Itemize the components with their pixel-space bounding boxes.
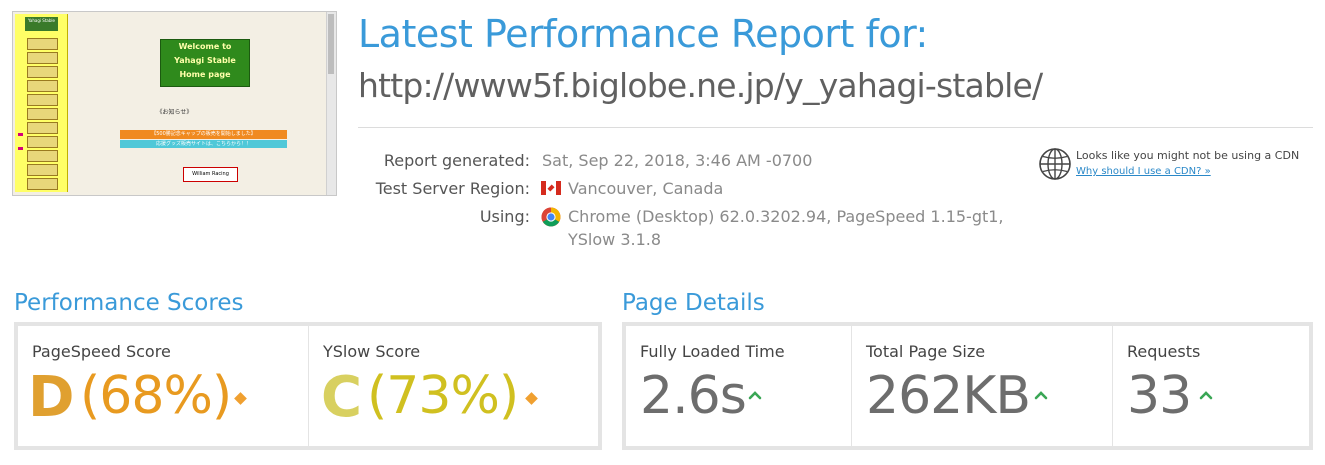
yslow-score-card[interactable]: YSlow Score C (73%) [308,326,598,446]
thumbnail-nav-item [27,164,58,176]
page-details-panel: Fully Loaded Time 2.6s Total Page Size 2… [622,322,1313,450]
yslow-grade: C [321,365,363,430]
requests-label: Requests [1127,342,1201,361]
thumbnail-banner: 応援グッズ販売サイトは、こちらから！！ [120,140,287,148]
fully-loaded-time-label: Fully Loaded Time [640,342,785,361]
up-arrow-icon [1199,391,1213,400]
pagespeed-score-card[interactable]: PageSpeed Score D (68%) [18,326,308,446]
total-page-size-card[interactable]: Total Page Size 262KB [851,326,1112,446]
yslow-trend-icon [525,392,538,405]
browser-info: Chrome (Desktop) 62.0.3202.94, PageSpeed… [568,207,1004,226]
thumbnail-notice: 《お知らせ》 [156,109,193,116]
thumbnail-welcome-line: Welcome to [178,42,232,51]
site-thumbnail: Yahagi Stable Welcome to Yahagi Stable H… [12,11,337,196]
performance-scores-title: Performance Scores [14,290,244,316]
report-generated-label: Report generated: [383,151,530,170]
performance-scores-panel: PageSpeed Score D (68%) YSlow Score C (7… [14,322,602,450]
report-generated-value: Sat, Sep 22, 2018, 3:46 AM -0700 [542,151,813,170]
thumbnail-sidebar: Yahagi Stable [15,14,68,192]
page-title: Latest Performance Report for: [358,12,928,56]
browser-info-continued: YSlow 3.1.8 [568,230,662,249]
using-label: Using: [479,207,530,226]
thumbnail-banner: 【500勝記念キャップの販売を開始しました】 [120,130,287,139]
thumbnail-scrollbar [326,12,336,195]
thumbnail-marker [18,147,23,150]
up-arrow-icon [748,391,762,400]
fully-loaded-time-card[interactable]: Fully Loaded Time 2.6s [626,326,851,446]
thumbnail-nav-item [27,80,58,92]
thumbnail-welcome-line: Yahagi Stable [174,56,236,65]
thumbnail-logo: Yahagi Stable [25,17,58,31]
up-arrow-icon [1034,391,1048,400]
thumbnail-nav-item [27,38,58,50]
divider [358,127,1313,128]
total-page-size-value: 262KB [866,366,1031,426]
thumbnail-nav-item [27,136,58,148]
report-url: http://www5f.biglobe.ne.jp/y_yahagi-stab… [358,66,1043,105]
thumbnail-nav-item [27,66,58,78]
thumbnail-nav-item [27,178,58,190]
chrome-icon [541,207,561,227]
requests-card[interactable]: Requests 33 [1112,326,1309,446]
pagespeed-trend-icon [234,392,247,405]
region-label: Test Server Region: [375,179,530,198]
region-value: Vancouver, Canada [568,179,724,198]
canada-flag-icon [541,181,561,195]
thumbnail-welcome-banner: Welcome to Yahagi Stable Home page [160,39,250,87]
cdn-notice-text: Looks like you might not be using a CDN [1076,149,1300,162]
thumbnail-marker [18,133,23,136]
globe-icon [1039,148,1071,180]
thumbnail-nav-item [27,94,58,106]
cdn-help-link[interactable]: Why should I use a CDN? » [1076,166,1211,177]
pagespeed-percent: (68%) [80,366,232,426]
thumbnail-nav-item [27,52,58,64]
fully-loaded-time-value: 2.6s [640,366,747,426]
total-page-size-label: Total Page Size [866,342,986,361]
page-details-title: Page Details [622,290,765,316]
yslow-score-label: YSlow Score [323,342,421,361]
requests-value: 33 [1127,366,1192,426]
thumbnail-nav-item [27,150,58,162]
pagespeed-grade: D [28,365,75,430]
thumbnail-nav-item [27,122,58,134]
thumbnail-badge: William Racing [183,167,238,182]
pagespeed-score-label: PageSpeed Score [32,342,171,361]
yslow-percent: (73%) [367,366,519,426]
thumbnail-welcome-line: Home page [179,70,231,79]
